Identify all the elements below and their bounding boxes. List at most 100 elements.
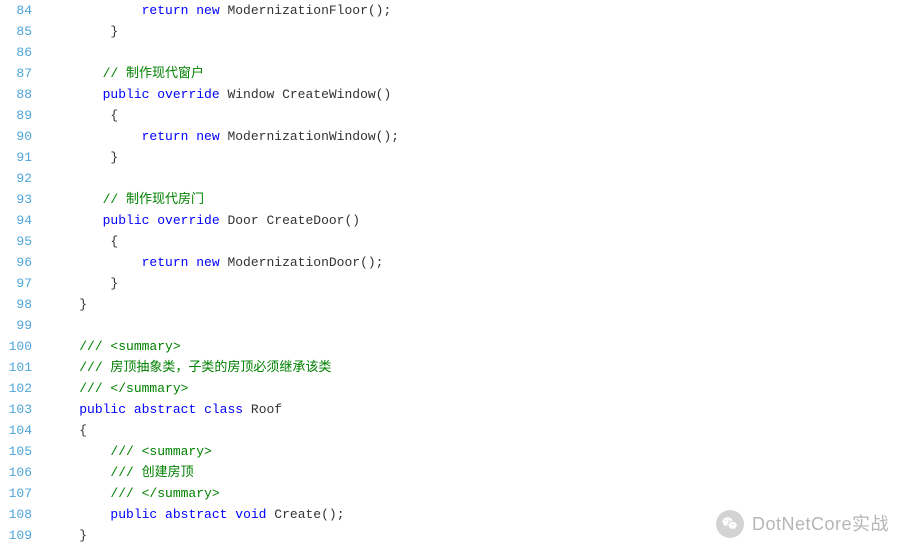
token [48,87,103,102]
token-kw: public [110,507,157,522]
token-kw: class [204,402,243,417]
line-number: 84 [8,0,32,21]
token: { [48,234,118,249]
token [48,381,79,396]
token-kw: abstract [134,402,196,417]
code-line[interactable]: // 制作现代窗户 [48,63,909,84]
token [48,402,79,417]
token: } [48,297,87,312]
code-line[interactable]: /// </summary> [48,378,909,399]
line-number: 108 [8,504,32,525]
token-kw: abstract [165,507,227,522]
token-kw: new [196,129,219,144]
line-number: 93 [8,189,32,210]
code-line[interactable]: return new ModernizationDoor(); [48,252,909,273]
token-kw: return [142,129,189,144]
line-number: 100 [8,336,32,357]
line-number: 97 [8,273,32,294]
code-line[interactable]: public override Door CreateDoor() [48,210,909,231]
line-number: 92 [8,168,32,189]
token: Roof [243,402,282,417]
line-number: 101 [8,357,32,378]
line-number: 99 [8,315,32,336]
token-kw: return [142,255,189,270]
line-number: 98 [8,294,32,315]
token-comment: // 制作现代窗户 [103,66,204,81]
token [48,465,110,480]
token [48,129,142,144]
token-kw: override [157,87,219,102]
code-line[interactable]: return new ModernizationFloor(); [48,0,909,21]
code-line[interactable]: } [48,525,909,546]
line-number: 91 [8,147,32,168]
token-comment: /// 房顶抽象类，子类的房顶必须继承该类 [79,360,331,375]
token-kw: return [142,3,189,18]
token-kw: public [79,402,126,417]
line-number: 103 [8,399,32,420]
code-line[interactable] [48,168,909,189]
token-comment: /// </summary> [79,381,188,396]
line-number: 87 [8,63,32,84]
code-line[interactable]: public override Window CreateWindow() [48,84,909,105]
token-kw: override [157,213,219,228]
line-number: 109 [8,525,32,546]
token [48,339,79,354]
token: Create(); [267,507,345,522]
token-comment: /// 创建房顶 [110,465,193,480]
token [157,507,165,522]
line-number: 106 [8,462,32,483]
code-line[interactable]: /// </summary> [48,483,909,504]
line-number: 94 [8,210,32,231]
token [48,444,110,459]
line-number: 104 [8,420,32,441]
code-line[interactable] [48,42,909,63]
token: } [48,276,118,291]
token: ModernizationFloor(); [220,3,392,18]
token: } [48,24,118,39]
token-kw: new [196,3,219,18]
code-line[interactable]: /// 创建房顶 [48,462,909,483]
line-number: 102 [8,378,32,399]
token-kw: void [235,507,266,522]
code-area[interactable]: return new ModernizationFloor(); } // 制作… [44,0,909,556]
token [196,402,204,417]
code-line[interactable]: /// <summary> [48,336,909,357]
token: { [48,108,118,123]
line-number-gutter: 8485868788899091929394959697989910010110… [0,0,44,556]
token-comment: /// <summary> [110,444,211,459]
token: } [48,150,118,165]
code-line[interactable]: public abstract void Create(); [48,504,909,525]
code-line[interactable] [48,315,909,336]
token: ModernizationWindow(); [220,129,399,144]
token-comment: /// <summary> [79,339,180,354]
token: ModernizationDoor(); [220,255,384,270]
token [48,66,103,81]
token [48,255,142,270]
code-line[interactable]: /// 房顶抽象类，子类的房顶必须继承该类 [48,357,909,378]
token [48,507,110,522]
token: Window CreateWindow() [220,87,392,102]
code-line[interactable]: { [48,105,909,126]
code-line[interactable]: { [48,231,909,252]
line-number: 96 [8,252,32,273]
line-number: 107 [8,483,32,504]
code-line[interactable]: // 制作现代房门 [48,189,909,210]
code-line[interactable]: } [48,273,909,294]
code-line[interactable]: public abstract class Roof [48,399,909,420]
token [48,360,79,375]
token-kw: new [196,255,219,270]
line-number: 85 [8,21,32,42]
code-line[interactable]: /// <summary> [48,441,909,462]
code-line[interactable]: { [48,420,909,441]
code-line[interactable]: } [48,294,909,315]
line-number: 89 [8,105,32,126]
line-number: 86 [8,42,32,63]
code-line[interactable]: return new ModernizationWindow(); [48,126,909,147]
token [48,192,103,207]
token [126,402,134,417]
line-number: 105 [8,441,32,462]
code-line[interactable]: } [48,147,909,168]
code-line[interactable]: } [48,21,909,42]
line-number: 95 [8,231,32,252]
token-comment: // 制作现代房门 [103,192,204,207]
